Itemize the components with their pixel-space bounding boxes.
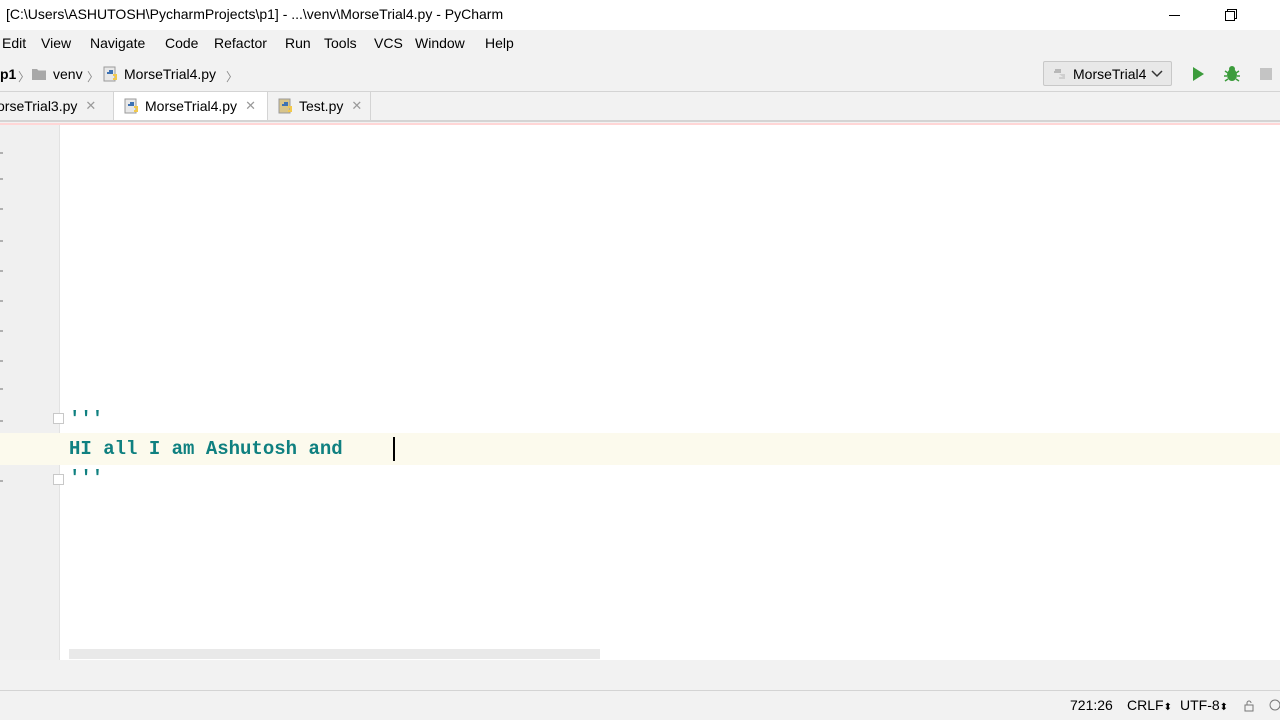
file-encoding-label: UTF-8 bbox=[1180, 697, 1220, 713]
updown-arrows-icon: ⬍ bbox=[1219, 702, 1229, 713]
menu-navigate[interactable]: Navigate bbox=[90, 35, 145, 51]
run-configuration-selector[interactable]: MorseTrial4 bbox=[1043, 61, 1172, 86]
run-configuration-label: MorseTrial4 bbox=[1073, 65, 1147, 82]
code-line-docstring-close: ''' bbox=[69, 467, 104, 489]
restore-button[interactable] bbox=[1208, 0, 1254, 30]
gutter-mark bbox=[0, 240, 3, 242]
close-icon[interactable]: ✕ bbox=[245, 98, 256, 114]
python-file-icon bbox=[278, 98, 292, 114]
python-file-icon bbox=[103, 66, 117, 82]
gutter-mark bbox=[0, 208, 3, 210]
run-icon bbox=[1193, 67, 1204, 81]
gutter-mark bbox=[0, 480, 3, 482]
breadcrumb-project[interactable]: p1 bbox=[0, 66, 16, 82]
line-separator-label: CRLF bbox=[1127, 697, 1164, 713]
breadcrumb-folder[interactable]: venv bbox=[31, 66, 83, 82]
editor-tab-bar: orseTrial3.py ✕ MorseTrial4.py ✕ Test.py… bbox=[0, 92, 1280, 122]
folder-icon bbox=[32, 69, 46, 80]
chevron-down-icon bbox=[1151, 69, 1163, 77]
fold-marker-icon[interactable] bbox=[53, 474, 64, 485]
menu-view[interactable]: View bbox=[41, 35, 71, 51]
breadcrumb-separator-icon: 〉 bbox=[18, 70, 31, 84]
debug-button[interactable] bbox=[1222, 65, 1242, 83]
stop-button[interactable] bbox=[1259, 67, 1273, 81]
gutter-mark bbox=[0, 270, 3, 272]
breadcrumb-separator-icon: 〉 bbox=[226, 70, 239, 84]
title-bar: [C:\Users\ASHUTOSH\PycharmProjects\p1] -… bbox=[0, 0, 1280, 30]
gutter-mark bbox=[0, 300, 3, 302]
menu-edit[interactable]: Edit bbox=[2, 35, 26, 51]
line-separator[interactable]: CRLF⬍ bbox=[1127, 697, 1172, 713]
breadcrumb-folder-label: venv bbox=[53, 66, 83, 82]
tab-label: Test.py bbox=[299, 98, 344, 114]
menu-bar: Edit View Navigate Code Refactor Run Too… bbox=[0, 30, 1280, 58]
minimize-icon bbox=[1168, 14, 1180, 16]
code-line-text: HI all I am Ashutosh and bbox=[69, 438, 355, 460]
inspector-icon[interactable] bbox=[1268, 698, 1280, 715]
close-icon[interactable]: ✕ bbox=[85, 98, 96, 114]
breadcrumb-file-label: MorseTrial4.py bbox=[124, 66, 217, 82]
window-title: [C:\Users\ASHUTOSH\PycharmProjects\p1] -… bbox=[6, 6, 504, 22]
menu-run[interactable]: Run bbox=[285, 35, 311, 51]
gutter-mark bbox=[0, 388, 3, 390]
tab-label: MorseTrial4.py bbox=[145, 98, 238, 114]
text-caret bbox=[393, 437, 395, 461]
debug-bug-icon bbox=[1224, 66, 1240, 82]
tab-label: orseTrial3.py bbox=[0, 98, 78, 114]
menu-code[interactable]: Code bbox=[165, 35, 198, 51]
close-icon[interactable]: ✕ bbox=[351, 98, 362, 114]
tab-morsetrial3[interactable]: orseTrial3.py ✕ bbox=[0, 92, 113, 120]
breadcrumb-separator-icon: 〉 bbox=[87, 70, 100, 84]
restore-icon bbox=[1225, 9, 1237, 21]
horizontal-scrollbar[interactable] bbox=[69, 649, 600, 659]
fold-marker-icon[interactable] bbox=[53, 413, 64, 424]
gutter-mark bbox=[0, 360, 3, 362]
gutter-mark bbox=[0, 152, 3, 154]
menu-tools[interactable]: Tools bbox=[324, 35, 357, 51]
stop-icon bbox=[1260, 68, 1272, 80]
menu-vcs[interactable]: VCS bbox=[374, 35, 403, 51]
tab-test[interactable]: Test.py ✕ bbox=[268, 92, 371, 120]
navigation-bar: p1 〉 venv 〉 MorseTrial4.py 〉 MorseTrial4 bbox=[0, 58, 1280, 92]
run-button[interactable] bbox=[1190, 66, 1206, 82]
gutter-mark bbox=[0, 420, 3, 422]
menu-refactor[interactable]: Refactor bbox=[214, 35, 267, 51]
line-number-gutter bbox=[0, 125, 60, 660]
gutter-mark bbox=[0, 330, 3, 332]
status-bar: 721:26 CRLF⬍ UTF-8⬍ bbox=[0, 690, 1280, 720]
python-file-icon bbox=[124, 98, 138, 114]
python-file-icon bbox=[1054, 68, 1065, 79]
tab-morsetrial4[interactable]: MorseTrial4.py ✕ bbox=[113, 92, 268, 120]
code-editor[interactable] bbox=[60, 125, 1280, 660]
code-line-docstring-open: ''' bbox=[69, 408, 104, 430]
menu-window[interactable]: Window bbox=[415, 35, 465, 51]
minimize-button[interactable] bbox=[1151, 0, 1197, 30]
menu-help[interactable]: Help bbox=[485, 35, 514, 51]
breadcrumb-file[interactable]: MorseTrial4.py bbox=[103, 66, 216, 82]
gutter-mark bbox=[0, 178, 3, 180]
updown-arrows-icon: ⬍ bbox=[1163, 702, 1172, 713]
lock-icon[interactable] bbox=[1243, 699, 1255, 715]
file-encoding[interactable]: UTF-8⬍ bbox=[1180, 697, 1228, 713]
caret-position[interactable]: 721:26 bbox=[1070, 697, 1113, 713]
